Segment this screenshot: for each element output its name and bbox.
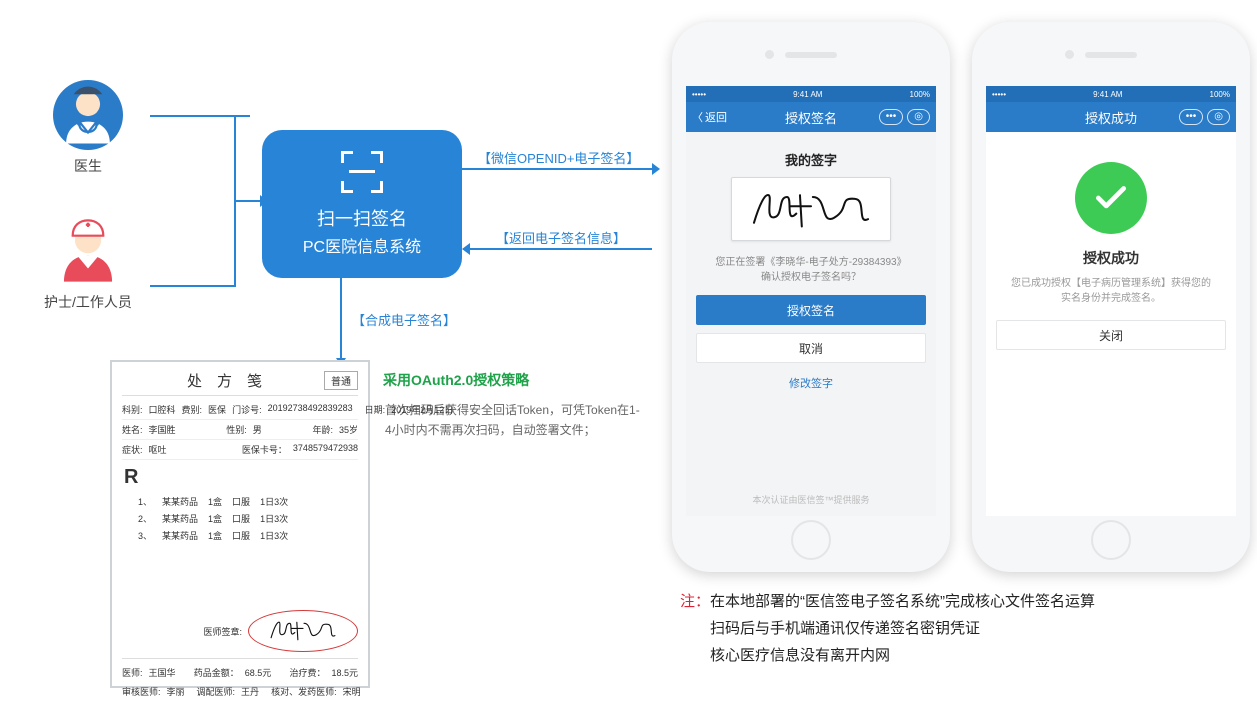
nurse-actor: 护士/工作人员: [44, 216, 132, 312]
nav-title: 授权签名: [785, 108, 837, 127]
modify-signature-link[interactable]: 修改签字: [789, 375, 833, 391]
system-line2: PC医院信息系统: [303, 233, 421, 257]
label-send: 【微信OPENID+电子签名】: [478, 148, 639, 167]
status-bar: ••••• 9:41 AM 100%: [686, 86, 936, 102]
rx-symbol: R: [124, 466, 358, 489]
authorize-button[interactable]: 授权签名: [696, 295, 926, 325]
doctor-label: 医生: [74, 156, 102, 176]
drug-list: 1、某某药品1盒口服1日3次2、某某药品1盒口服1日3次3、某某药品1盒口服1日…: [122, 493, 358, 544]
success-message: 您已成功授权【电子病历管理系统】获得您的实名身份并完成签名。: [996, 276, 1226, 306]
note-prefix: 注：: [680, 593, 710, 610]
success-title: 授权成功: [1083, 248, 1139, 268]
miniprogram-menu[interactable]: •••◎: [879, 109, 930, 125]
prescription-doc: 处方笺 普通 科别:口腔科 费别:医保 门诊号:2019273849283928…: [110, 360, 370, 688]
success-icon: [1075, 162, 1147, 234]
signature-icon: [267, 617, 339, 643]
arrow-send: [462, 168, 652, 170]
actors-column: 医生 护士/工作人员: [28, 80, 148, 352]
system-line1: 扫一扫签名: [317, 205, 407, 231]
more-icon: •••: [879, 109, 904, 125]
target-icon: ◎: [907, 109, 930, 125]
footnotes: 注：在本地部署的“医信签电子签名系统”完成核心文件签名运算 注：扫码后与手机端通…: [680, 588, 1247, 669]
signature-preview: [731, 177, 891, 241]
arrow-down-icon: [340, 278, 342, 358]
signature-circle: [248, 610, 358, 652]
service-footer: 本次认证由医信签™提供服务: [752, 489, 869, 510]
signature-icon: [746, 186, 876, 232]
status-bar: ••••• 9:41 AM 100%: [986, 86, 1236, 102]
scan-icon: [341, 151, 383, 193]
back-button[interactable]: 〈返回: [692, 109, 727, 125]
phone-success: ••••• 9:41 AM 100% 授权成功 •••◎ 授权成功 您已成功授权…: [972, 22, 1250, 572]
more-icon: •••: [1179, 109, 1204, 125]
rx-badge: 普通: [324, 371, 358, 390]
miniprogram-menu[interactable]: •••◎: [1179, 109, 1230, 125]
phone-authorize: ••••• 9:41 AM 100% 〈返回 授权签名 •••◎ 我的签字 您正…: [672, 22, 950, 572]
arrow-right-icon: [234, 200, 260, 202]
connector: [150, 285, 234, 287]
system-box: 扫一扫签名 PC医院信息系统: [262, 130, 462, 278]
cancel-button[interactable]: 取消: [696, 333, 926, 363]
drug-row: 1、某某药品1盒口服1日3次: [122, 493, 358, 510]
home-button-icon: [1091, 520, 1131, 560]
label-compose: 【合成电子签名】: [352, 310, 456, 329]
nav-title: 授权成功: [1085, 108, 1137, 127]
confirm-text: 您正在签署《李晓华-电子处方-29384393》 确认授权电子签名吗？: [715, 255, 906, 285]
label-receive: 【返回电子签名信息】: [496, 228, 626, 247]
nav-bar: 授权成功 •••◎: [986, 102, 1236, 132]
arrow-receive: [470, 248, 652, 250]
drug-row: 3、某某药品1盒口服1日3次: [122, 527, 358, 544]
home-button-icon: [791, 520, 831, 560]
doctor-actor: 医生: [53, 80, 123, 176]
rx-title: 处方笺: [122, 370, 324, 391]
nav-bar: 〈返回 授权签名 •••◎: [686, 102, 936, 132]
doctor-icon: [53, 80, 123, 150]
close-button[interactable]: 关闭: [996, 320, 1226, 350]
target-icon: ◎: [1207, 109, 1230, 125]
signature-heading: 我的签字: [785, 150, 837, 169]
label-oauth: 采用OAuth2.0授权策略: [383, 370, 529, 390]
nurse-icon: [53, 216, 123, 286]
nurse-label: 护士/工作人员: [44, 292, 132, 312]
chevron-left-icon: 〈: [692, 109, 703, 125]
drug-row: 2、某某药品1盒口服1日3次: [122, 510, 358, 527]
